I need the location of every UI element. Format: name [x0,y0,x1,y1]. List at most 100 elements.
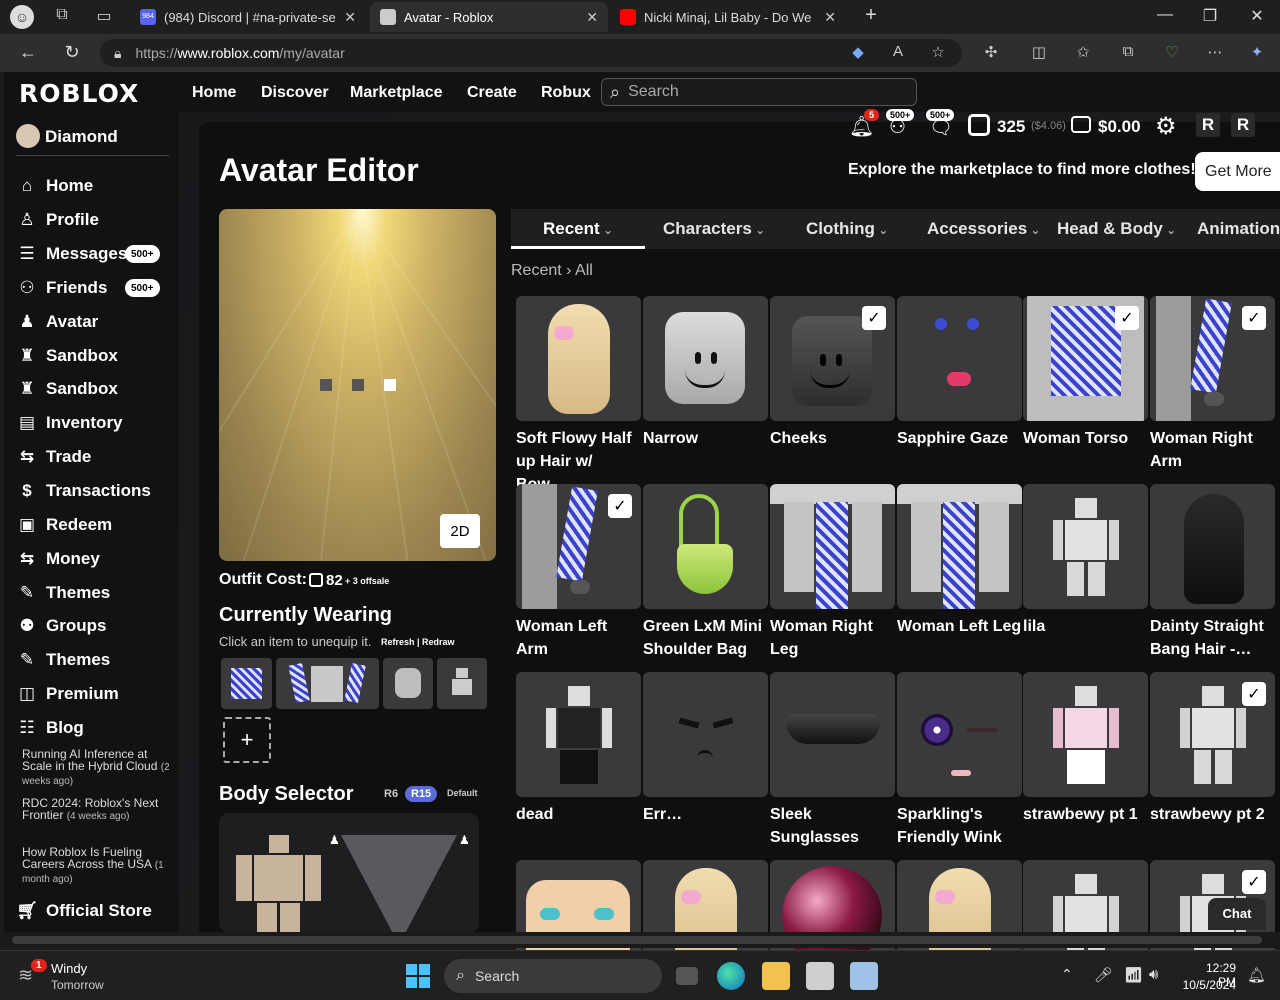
search-input[interactable]: ⌕ Search [601,78,917,106]
tab-close-icon[interactable]: ✕ [344,9,356,26]
clock-date[interactable]: 10/5/2024 [1176,978,1236,992]
task-view-icon[interactable] [676,967,698,985]
item-tile[interactable] [1150,484,1275,609]
item-tile[interactable] [897,672,1022,797]
tab-close-icon[interactable]: ✕ [586,9,598,26]
horizontal-scrollbar[interactable] [4,932,1280,948]
body-selector-panel[interactable]: ♟ ♟ [219,813,479,933]
item-tile[interactable] [1023,672,1148,797]
item-name[interactable]: Woman Right Arm [1150,427,1277,473]
weather-title[interactable]: Windy [51,961,87,976]
sidebar-item-transactions[interactable]: $ Transactions [16,478,151,504]
item-name[interactable]: Woman Left Leg [897,615,1024,638]
sidebar-item-inventory[interactable]: ▤ Inventory [16,410,123,436]
item-name[interactable]: Err… [643,803,770,826]
reload-icon[interactable]: ↻ [61,42,83,63]
item-tile[interactable] [897,296,1022,421]
add-outfit-button[interactable]: + [223,717,271,763]
taskbar-search[interactable]: ⌕ Search [444,959,662,993]
get-more-button[interactable]: Get More [1195,152,1280,191]
robux-amount[interactable]: 325 [997,117,1025,137]
body-r15-option[interactable]: R15 [405,786,438,802]
profile-icon[interactable]: ☺ [10,5,34,29]
restore-icon[interactable]: ❐ [1198,6,1222,26]
start-button-icon[interactable] [406,964,430,988]
favorite-star-icon[interactable]: ☆ [928,43,948,63]
worn-item-arms[interactable] [276,658,379,709]
worn-item-figure[interactable] [437,658,487,709]
tab-clothing[interactable]: Clothing ⌄ [806,219,888,239]
view-2d-toggle[interactable]: 2D [440,514,480,548]
username[interactable]: Diamond [45,127,118,147]
item-name[interactable]: Sparkling's Friendly Wink [897,803,1024,849]
close-window-icon[interactable]: ✕ [1245,6,1269,26]
tab-accessories[interactable]: Accessories ⌄ [927,219,1041,239]
browser-tab[interactable]: Nicki Minaj, Lil Baby - Do We ✕ [610,2,846,32]
nav-robux[interactable]: Robux [541,84,591,102]
equipped-check-icon[interactable]: ✓ [1115,306,1139,330]
extension-r-icon-2[interactable]: R [1231,113,1255,137]
minimize-icon[interactable]: — [1153,6,1177,24]
tab-recent[interactable]: Recent ⌄ [543,219,613,239]
sidebar-item-themes[interactable]: ✎ Themes [16,647,110,673]
item-name[interactable]: dead [516,803,643,826]
equipped-check-icon[interactable]: ✓ [1242,870,1266,894]
extension-tag-icon[interactable]: ◆ [848,43,868,63]
settings-gear-icon[interactable]: ⚙ [1155,112,1177,141]
item-name[interactable]: strawbewy pt 2 [1150,803,1277,826]
credit-balance[interactable]: $0.00 [1098,117,1141,137]
monitor-app-icon[interactable] [850,962,878,990]
more-menu-icon[interactable]: ⋯ [1205,43,1225,63]
tab-close-icon[interactable]: ✕ [824,9,836,26]
equipped-check-icon[interactable]: ✓ [1242,682,1266,706]
tray-chevron-icon[interactable]: ⌃ [1061,966,1073,983]
item-name[interactable]: Woman Left Arm [516,615,643,661]
item-name[interactable]: Cheeks [770,427,897,450]
sidebar-item-themes[interactable]: ✎ Themes [16,580,110,606]
blog-post-link[interactable]: RDC 2024: Roblox's Next Frontier (4 week… [22,797,172,823]
item-name[interactable]: Sapphire Gaze [897,427,1024,450]
robux-icon[interactable] [968,114,990,136]
item-name[interactable]: Sleek Sunglasses [770,803,897,849]
browser-tab[interactable]: Avatar - Roblox ✕ [370,2,608,32]
sidebar-item-sandbox[interactable]: ♜ Sandbox [16,376,117,402]
nav-marketplace[interactable]: Marketplace [350,84,443,102]
sidebar-item-messages[interactable]: ☰ Messages [16,241,127,267]
tab-animations[interactable]: Animations [1197,219,1280,239]
tab-actions-icon[interactable]: ▭ [94,6,114,26]
sidebar-item-home[interactable]: ⌂ Home [16,173,93,199]
item-name[interactable]: Woman Torso [1023,427,1150,450]
sidebar-item-groups[interactable]: ⚉ Groups [16,613,106,639]
item-tile[interactable] [770,484,895,609]
file-explorer-icon[interactable] [762,962,790,990]
breadcrumb-root[interactable]: Recent [511,262,562,279]
browser-tab[interactable]: 984 (984) Discord | #na-private-server ✕ [130,2,366,32]
body-r6-option[interactable]: R6 [384,788,398,800]
item-tile[interactable] [770,672,895,797]
sidebar-item-trade[interactable]: ⇆ Trade [16,444,91,470]
item-tile[interactable] [643,672,768,797]
read-aloud-icon[interactable]: A [888,43,908,63]
app-icon[interactable] [806,962,834,990]
item-name[interactable]: Dainty Straight Bang Hair -… [1150,615,1277,661]
blog-post-link[interactable]: How Roblox Is Fueling Careers Across the… [22,846,172,886]
refresh-redraw-link[interactable]: Refresh | Redraw [381,637,455,647]
item-tile[interactable] [516,296,641,421]
notification-bell-icon[interactable]: 🔔︎ [1247,966,1266,984]
item-name[interactable]: strawbewy pt 1 [1023,803,1150,826]
nav-home[interactable]: Home [192,84,236,102]
sidebar-item-sandbox[interactable]: ♜ Sandbox [16,343,117,369]
wifi-icon[interactable]: 📶︎ [1124,966,1143,984]
extensions-icon[interactable]: ✣ [981,43,1001,63]
sidebar-item-blog[interactable]: ☷ Blog [16,715,83,741]
equipped-check-icon[interactable]: ✓ [608,494,632,518]
worn-item-torso[interactable] [221,658,272,709]
url-input[interactable]: 🔒︎ https://www.roblox.com/my/avatar [100,39,962,67]
collections-icon[interactable]: ⧉ [1118,43,1138,63]
performance-icon[interactable]: ♡ [1162,43,1182,63]
item-name[interactable]: Woman Right Leg [770,615,897,661]
volume-icon[interactable]: 🔊︎ [1149,966,1158,983]
user-avatar[interactable] [16,124,40,148]
item-tile[interactable] [516,672,641,797]
item-tile[interactable] [897,484,1022,609]
